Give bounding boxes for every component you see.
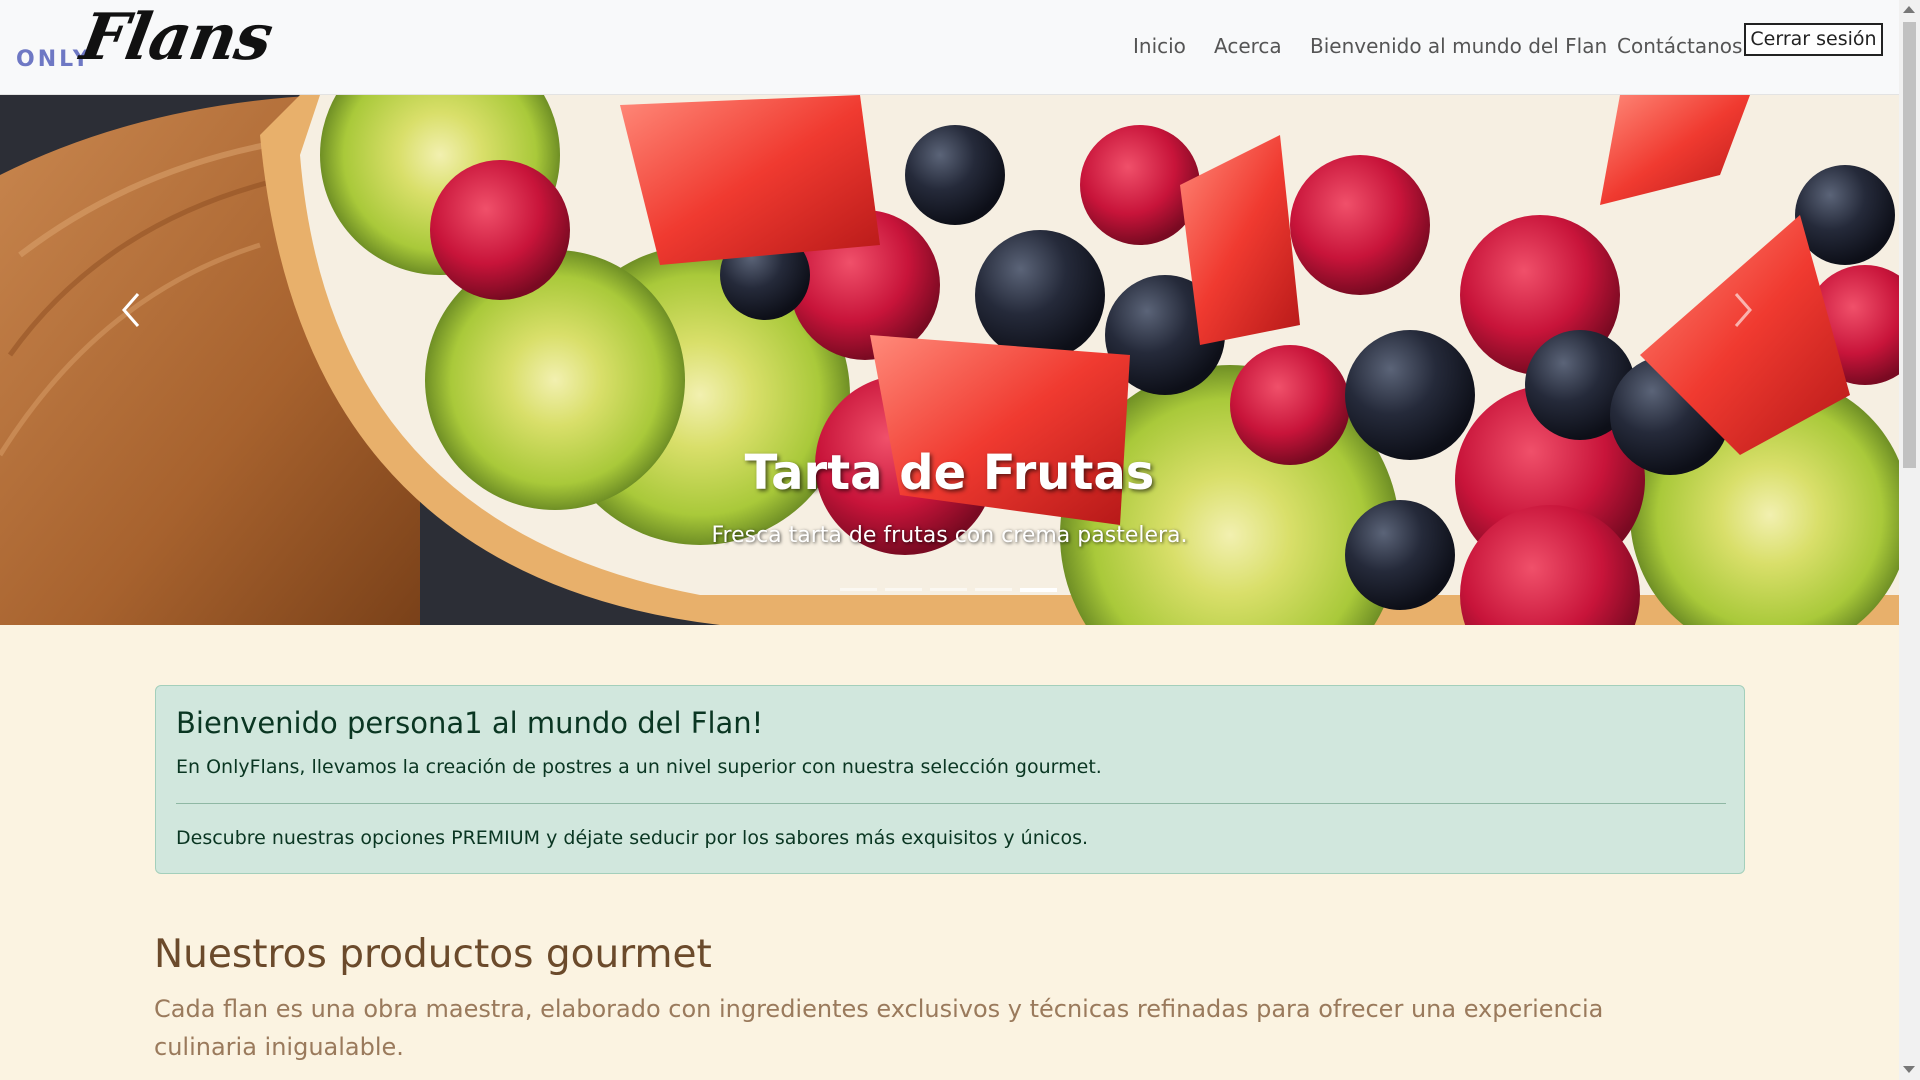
scroll-thumb[interactable] — [1903, 22, 1916, 468]
products-heading: Nuestros productos gourmet — [154, 932, 712, 977]
scroll-down-icon[interactable] — [1903, 1066, 1915, 1073]
carousel-caption-title: Tarta de Frutas — [744, 445, 1155, 501]
chevron-left-icon — [122, 293, 140, 327]
carousel-indicator-active[interactable] — [1020, 588, 1057, 592]
carousel-indicator[interactable] — [885, 588, 922, 591]
carousel-caption-subtitle: Fresca tarta de frutas con crema pastele… — [711, 523, 1188, 548]
carousel-indicator[interactable] — [975, 588, 1012, 591]
carousel-prev-button[interactable] — [118, 290, 168, 340]
chevron-right-icon — [1734, 293, 1752, 327]
nav-link-bienvenido[interactable]: Bienvenido al mundo del Flan — [1310, 34, 1607, 58]
brand-logo[interactable]: ONLY Flans — [14, 0, 277, 86]
nav-link-acerca[interactable]: Acerca — [1214, 34, 1282, 58]
divider — [176, 803, 1726, 804]
welcome-title: Bienvenido persona1 al mundo del Flan! — [176, 706, 764, 740]
logo-script: Flans — [75, 0, 278, 75]
hero-carousel: Tarta de Frutas Fresca tarta de frutas c… — [0, 95, 1899, 625]
welcome-text: En OnlyFlans, llevamos la creación de po… — [176, 756, 1102, 778]
page-scrollbar[interactable] — [1899, 0, 1920, 1080]
scroll-up-icon[interactable] — [1903, 6, 1915, 13]
nav-link-inicio[interactable]: Inicio — [1133, 34, 1186, 58]
navbar: ONLY Flans Inicio Acerca Bienvenido al m… — [0, 0, 1899, 95]
carousel-indicator[interactable] — [930, 588, 967, 591]
logout-button[interactable]: Cerrar sesión — [1744, 23, 1883, 56]
welcome-alert: Bienvenido persona1 al mundo del Flan! E… — [155, 685, 1745, 874]
carousel-indicator[interactable] — [840, 588, 877, 591]
premium-text: Descubre nuestras opciones PREMIUM y déj… — [176, 827, 1089, 849]
carousel-next-button[interactable] — [1732, 290, 1782, 340]
nav-link-contactanos[interactable]: Contáctanos — [1617, 34, 1742, 58]
products-lead: Cada flan es una obra maestra, elaborado… — [154, 995, 1604, 1061]
